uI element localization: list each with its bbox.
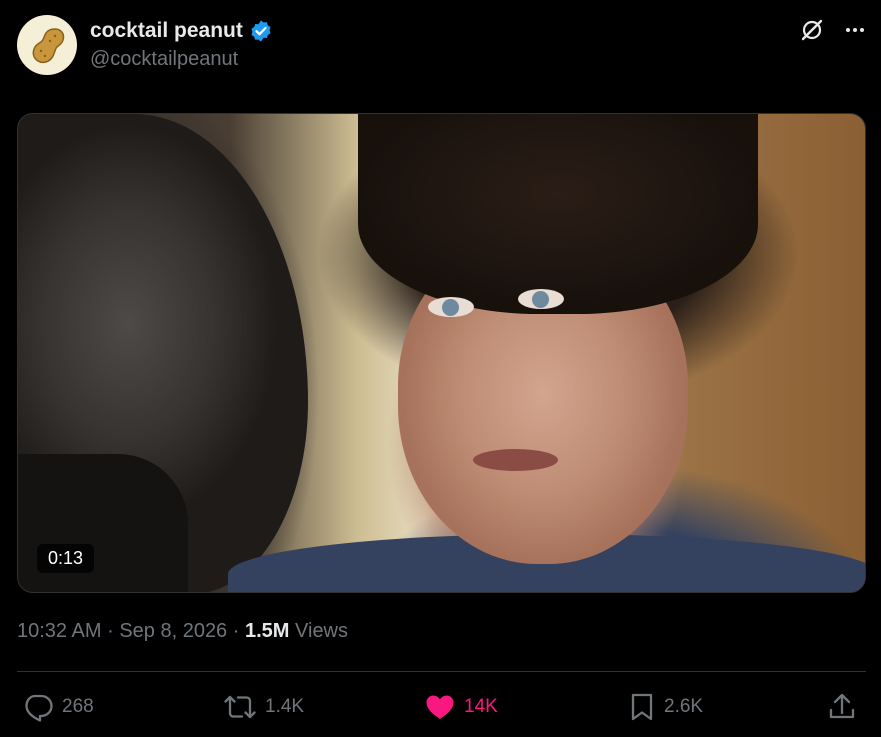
tweet-time[interactable]: 10:32 AM — [17, 620, 102, 642]
handle[interactable]: @cocktailpeanut — [90, 48, 273, 71]
display-name[interactable]: cocktail peanut — [90, 19, 243, 43]
top-actions — [799, 17, 867, 43]
reply-button[interactable]: 268 — [22, 690, 94, 724]
video-duration: 0:13 — [37, 544, 95, 573]
avatar[interactable] — [17, 15, 77, 75]
divider — [17, 671, 866, 672]
tweet-header: cocktail peanut @cocktailpeanut — [17, 15, 867, 75]
like-button[interactable]: 14K — [424, 690, 498, 724]
views-label: Views — [295, 620, 349, 642]
verified-badge-icon[interactable] — [249, 19, 273, 43]
bookmark-button[interactable]: 2.6K — [628, 690, 703, 724]
tweet-meta: 10:32 AM · Sep 8, 2026 · 1.5M Views — [17, 620, 349, 642]
share-button[interactable] — [827, 690, 857, 724]
like-count: 14K — [464, 696, 498, 717]
heart-icon — [426, 695, 454, 719]
bookmark-icon — [631, 693, 653, 721]
video-player[interactable]: 0:13 — [17, 113, 866, 593]
author-names: cocktail peanut @cocktailpeanut — [90, 17, 273, 71]
reply-count: 268 — [62, 696, 94, 717]
tweet-date[interactable]: Sep 8, 2026 — [119, 620, 227, 642]
reply-icon — [25, 694, 53, 722]
action-bar: 268 1.4K 14K 2.6K — [22, 690, 862, 724]
repost-button[interactable]: 1.4K — [223, 690, 304, 724]
grok-icon[interactable] — [799, 17, 825, 43]
views-count[interactable]: 1.5M — [245, 620, 289, 642]
share-icon — [829, 693, 855, 719]
repost-count: 1.4K — [265, 696, 305, 717]
peanut-icon — [32, 28, 65, 64]
bookmark-count: 2.6K — [664, 696, 704, 717]
repost-icon — [224, 695, 256, 719]
more-icon[interactable] — [843, 18, 867, 42]
